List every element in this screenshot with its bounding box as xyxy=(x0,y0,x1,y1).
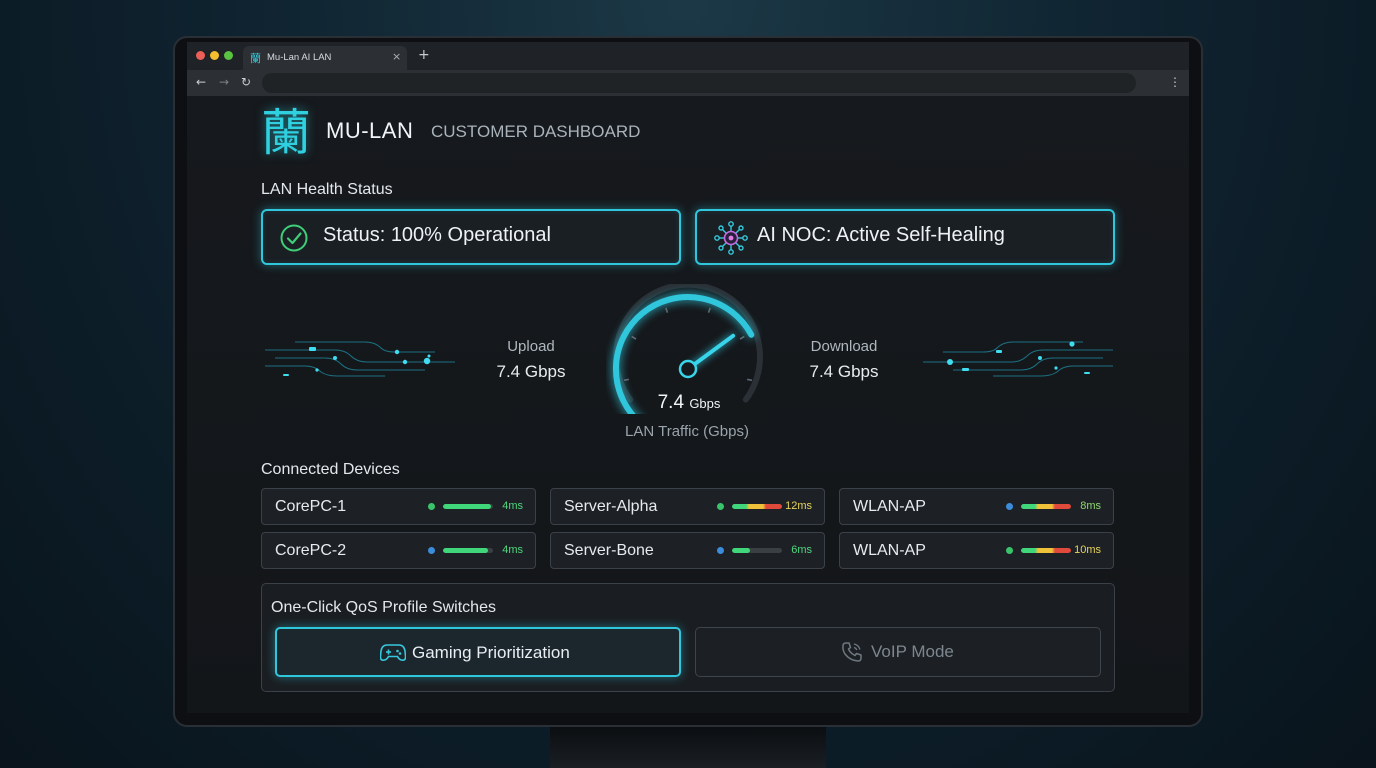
devices-section-label: Connected Devices xyxy=(261,461,400,478)
gauge-label: LAN Traffic (Gbps) xyxy=(625,423,749,440)
reload-icon[interactable]: ↻ xyxy=(241,75,251,89)
device-latency: 4ms xyxy=(502,500,523,512)
voip-mode-button[interactable]: VoIP Mode xyxy=(695,627,1101,677)
address-bar[interactable] xyxy=(262,73,1136,93)
device-latency: 12ms xyxy=(785,500,812,512)
browser-tab[interactable]: 蘭 Mu-Lan AI LAN × xyxy=(243,46,407,70)
upload-label: Upload xyxy=(507,338,555,355)
tab-title: Mu-Lan AI LAN xyxy=(267,52,332,63)
device-card[interactable]: WLAN-AP 10ms xyxy=(839,532,1114,569)
device-latency: 8ms xyxy=(1080,500,1101,512)
browser-window: 蘭 Mu-Lan AI LAN × + ← → ↻ ⋮ 蘭 MU-LAN CUS… xyxy=(187,42,1189,713)
neural-network-icon xyxy=(713,221,749,259)
forward-icon[interactable]: → xyxy=(219,75,229,89)
gaming-prioritization-button[interactable]: Gaming Prioritization xyxy=(275,627,681,677)
logo-icon: 蘭 xyxy=(261,104,311,162)
close-window-button[interactable] xyxy=(196,51,205,60)
device-latency: 10ms xyxy=(1074,544,1101,556)
page-title: CUSTOMER DASHBOARD xyxy=(431,122,641,141)
device-status-dot xyxy=(428,503,435,510)
voip-label: VoIP Mode xyxy=(871,642,954,661)
monitor-stand xyxy=(550,726,826,768)
gaming-label: Gaming Prioritization xyxy=(412,643,570,662)
device-status-dot xyxy=(717,547,724,554)
download-label: Download xyxy=(810,338,878,355)
phone-icon xyxy=(841,641,863,667)
upload-circuit-graphic xyxy=(265,341,455,377)
gauge-tick xyxy=(739,335,745,340)
device-name: WLAN-AP xyxy=(853,542,926,559)
gauge-tick xyxy=(623,378,630,382)
upload-value: 7.4 Gbps xyxy=(496,362,566,381)
gauge-tick xyxy=(746,378,753,382)
new-tab-icon[interactable]: + xyxy=(418,47,430,63)
maximize-window-button[interactable] xyxy=(224,51,233,60)
back-icon[interactable]: ← xyxy=(196,75,206,89)
ai-noc-text: AI NOC: Active Self-Healing xyxy=(757,224,1005,246)
status-card: Status: 100% Operational xyxy=(261,209,681,265)
device-name: Server-Alpha xyxy=(564,498,658,515)
device-signal-fill xyxy=(443,548,488,553)
dashboard-page: 蘭 MU-LAN CUSTOMER DASHBOARD LAN Health S… xyxy=(187,96,1189,713)
gauge-tick xyxy=(631,335,637,340)
qos-panel: One-Click QoS Profile Switches Gaming Pr… xyxy=(261,583,1115,692)
browser-toolbar: ← → ↻ ⋮ xyxy=(187,70,1189,96)
device-status-dot xyxy=(1006,547,1013,554)
download-circuit-graphic xyxy=(923,341,1113,377)
device-card[interactable]: CorePC-1 4ms xyxy=(261,488,536,525)
browser-menu-icon[interactable]: ⋮ xyxy=(1169,75,1181,89)
gauge-track xyxy=(613,284,763,403)
device-latency: 4ms xyxy=(502,544,523,556)
minimize-window-button[interactable] xyxy=(210,51,219,60)
device-name: CorePC-2 xyxy=(275,542,347,559)
qos-title: One-Click QoS Profile Switches xyxy=(271,599,496,616)
gauge-tick xyxy=(665,307,669,313)
gauge-hub xyxy=(678,359,698,379)
device-name: Server-Bone xyxy=(564,542,654,559)
device-card[interactable]: Server-Bone 6ms xyxy=(550,532,825,569)
health-section-label: LAN Health Status xyxy=(261,181,393,198)
device-signal-fill xyxy=(732,548,750,553)
gauge-tick xyxy=(707,307,711,313)
gauge-number: 7.4 xyxy=(657,392,685,413)
brand-name: MU-LAN xyxy=(326,118,414,143)
device-status-dot xyxy=(428,547,435,554)
device-card[interactable]: WLAN-AP 8ms xyxy=(839,488,1114,525)
favicon-icon: 蘭 xyxy=(250,52,261,65)
device-status-dot xyxy=(1006,503,1013,510)
device-card[interactable]: Server-Alpha 12ms xyxy=(550,488,825,525)
download-value: 7.4 Gbps xyxy=(809,362,879,381)
device-card[interactable]: CorePC-2 4ms xyxy=(261,532,536,569)
gamepad-icon xyxy=(379,642,407,666)
gauge-readout: 7.4 Gbps xyxy=(639,392,739,414)
gauge-unit: Gbps xyxy=(689,396,721,411)
device-name: CorePC-1 xyxy=(275,498,347,515)
ai-noc-card: AI NOC: Active Self-Healing xyxy=(695,209,1115,265)
status-text: Status: 100% Operational xyxy=(323,224,551,246)
tab-strip: 蘭 Mu-Lan AI LAN × + xyxy=(187,42,1189,70)
device-name: WLAN-AP xyxy=(853,498,926,515)
device-latency: 6ms xyxy=(791,544,812,556)
check-circle-icon xyxy=(279,223,309,257)
device-status-dot xyxy=(717,503,724,510)
close-tab-icon[interactable]: × xyxy=(392,50,401,63)
